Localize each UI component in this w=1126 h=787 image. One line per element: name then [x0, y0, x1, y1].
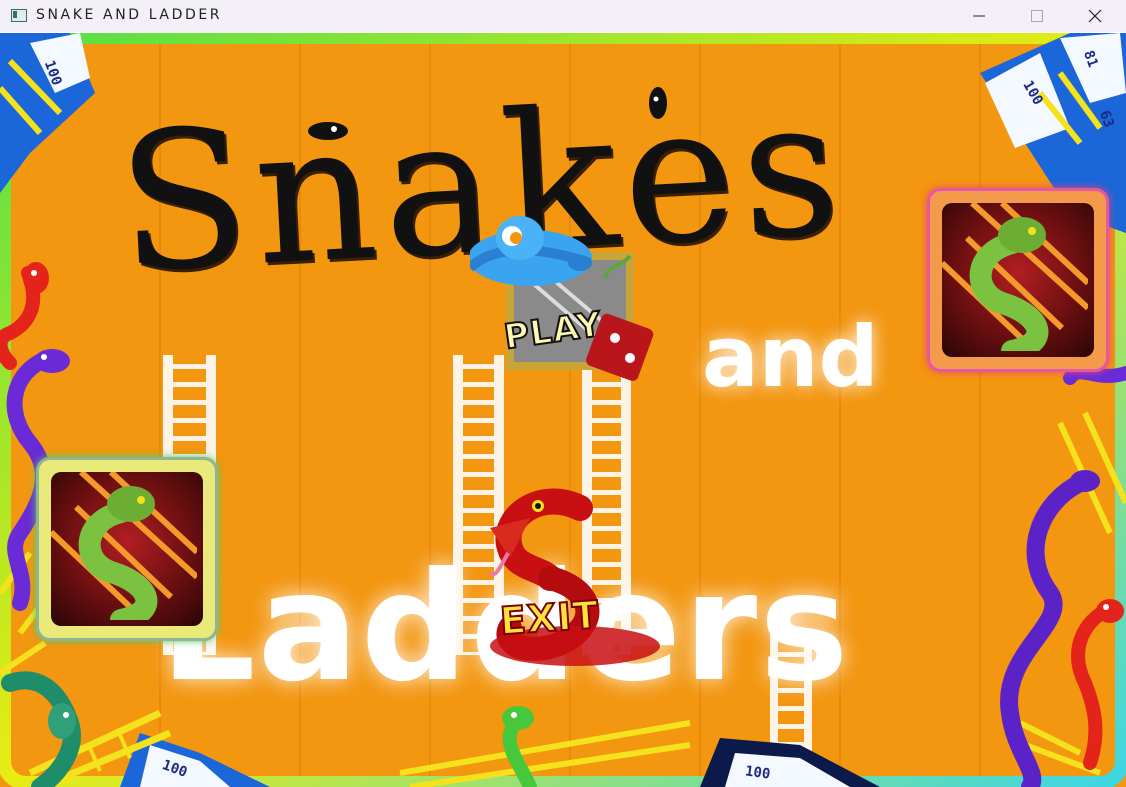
close-button[interactable]	[1066, 0, 1124, 32]
snake-ladder-tile-left	[36, 457, 218, 641]
window-title: SNAKE AND LADDER	[36, 7, 223, 23]
close-icon	[1088, 9, 1102, 23]
maximize-icon	[1031, 10, 1043, 22]
snake-ladder-icon	[942, 203, 1094, 357]
minimize-icon	[973, 15, 985, 17]
app-icon	[11, 9, 27, 22]
main-menu-screen: 100 81 100 63 100 100 Snakes and Ladders	[0, 33, 1126, 787]
window-titlebar: SNAKE AND LADDER	[0, 0, 1126, 32]
play-button-art	[466, 216, 654, 381]
snake-ladder-icon	[51, 472, 203, 626]
play-button[interactable]	[466, 208, 660, 388]
exit-button-label[interactable]: EXIT	[498, 592, 602, 645]
minimize-button[interactable]	[950, 0, 1008, 32]
maximize-button[interactable]	[1008, 0, 1066, 32]
board-number: 100	[744, 763, 772, 783]
snake-ladder-tile-right	[927, 188, 1109, 372]
game-title-and: and	[702, 308, 879, 406]
